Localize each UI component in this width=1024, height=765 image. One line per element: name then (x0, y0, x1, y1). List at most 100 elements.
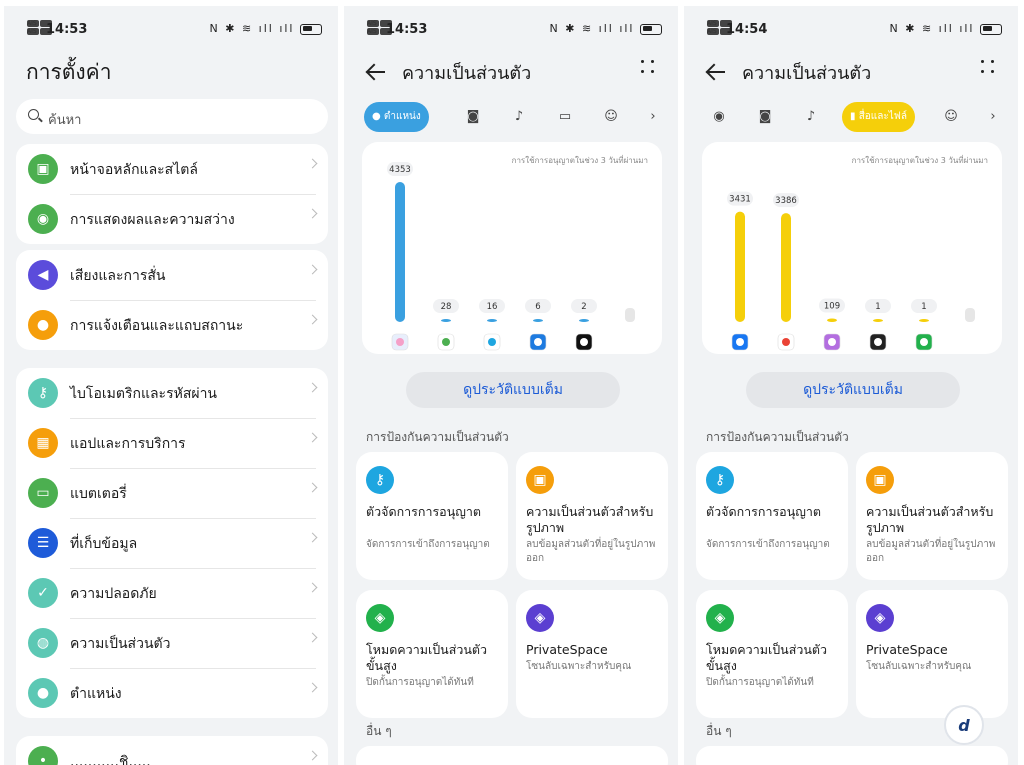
settings-item-label: ...........ชิ..... (70, 754, 151, 765)
settings-item[interactable]: ◍ ความเป็นส่วนตัว (16, 618, 328, 668)
chevron-right-icon (307, 314, 318, 325)
more-options-icon[interactable] (640, 58, 656, 76)
back-arrow-icon[interactable] (706, 62, 726, 82)
chart-bar (735, 211, 745, 322)
settings-group-sound: ◀ เสียงและการสั่น ● การแจ้งเตือนและแถบสถานะ (16, 250, 328, 350)
data-label: 4353 (389, 165, 411, 175)
tile-subtitle: ลบข้อมูลส่วนตัวที่อยู่ในรูปภาพออก (866, 539, 996, 564)
tile-subtitle: ปิดกั้นการอนุญาตได้ทันที (706, 677, 814, 688)
tile-subtitle: จัดการการเข้าถึงการอนุญาต (366, 539, 490, 550)
settings-group-more: • ...........ชิ..... (16, 736, 328, 765)
status-bar: AIS AIS 14:53 N ✱ ≋ ıll ıll (26, 20, 322, 40)
settings-group-display: ▣ หน้าจอหลักและสไตล์ ◉ การแสดงผลและความสว่า… (16, 144, 328, 244)
chevron-right-icon (307, 482, 318, 493)
usage-bar-chart: 3431 3386 109 1 1 (727, 191, 975, 351)
page-title: ความเป็นส่วนตัว (402, 63, 532, 84)
privacy-tile[interactable]: ◈ PrivateSpace โซนลับเฉพาะสำหรับคุณ (856, 590, 1008, 718)
search-icon (28, 109, 39, 120)
shield-lock-icon: ◈ (366, 604, 394, 632)
settings-item[interactable]: ▦ แอปและการบริการ (16, 418, 328, 468)
app-icon-glyph (874, 338, 882, 346)
settings-item[interactable]: ▭ แบตเตอรี่ (16, 468, 328, 518)
protection-section-header: การป้องกันความเป็นส่วนตัว (366, 430, 509, 444)
location-pin-icon[interactable]: ◉ (704, 102, 734, 132)
privacy-tile[interactable]: ◈ โหมดความเป็นส่วนตัวขั้นสูง ปิดกั้นการอนุ… (696, 590, 848, 718)
more-options-icon[interactable] (980, 58, 996, 76)
tile-title: ตัวจัดการการอนุญาต (366, 504, 482, 519)
camera-icon[interactable]: ◙ (458, 102, 488, 132)
privacy-tile[interactable]: ⚷ ตัวจัดการการอนุญาต จัดการการเข้าถึงการอน… (696, 452, 848, 580)
settings-item[interactable]: ⚷ ไบโอเมตริกและรหัสผ่าน (16, 368, 328, 418)
settings-item[interactable]: ✓ ความปลอดภัย (16, 568, 328, 618)
settings-item-label: หน้าจอหลักและสไตล์ (70, 162, 198, 178)
private-space-icon: ◈ (866, 604, 894, 632)
battery-icon (640, 23, 662, 35)
chip-media-files[interactable]: ▮ สื่อและไฟล์ (842, 102, 915, 132)
camera-icon[interactable]: ◙ (750, 102, 780, 132)
chevron-right-icon[interactable]: › (978, 102, 1008, 132)
tile-title: ตัวจัดการการอนุญาต (706, 504, 822, 519)
contacts-icon[interactable]: ☺ (596, 102, 626, 132)
chip-location[interactable]: ● ตำแหน่ง (364, 102, 429, 132)
chevron-right-icon (307, 532, 318, 543)
chart-bar (441, 319, 451, 322)
settings-item-label: แบตเตอรี่ (70, 486, 127, 502)
settings-item[interactable]: • ...........ชิ..... (16, 736, 328, 765)
chevron-right-icon (307, 264, 318, 275)
usage-chart-card: การใช้การอนุญาตในช่วง 3 วันที่ผ่านมา 343… (702, 142, 1002, 354)
page-title: ความเป็นส่วนตัว (742, 63, 872, 84)
data-label: 6 (535, 302, 540, 312)
settings-item[interactable]: ◉ การแสดงผลและความสว่าง (16, 194, 328, 244)
chart-bar (579, 319, 589, 322)
battery-icon (980, 23, 1002, 35)
usage-bar-chart: 4353 28 16 6 2 (387, 162, 635, 351)
photo-icon: ▣ (526, 466, 554, 494)
settings-item[interactable]: ● ตำแหน่ง (16, 668, 328, 718)
chart-bar (781, 213, 791, 322)
privacy-tile[interactable]: ⚷ ตัวจัดการการอนุญาตจัดการการเข้าถึงการอน… (356, 452, 508, 580)
view-full-history-button[interactable]: ดูประวัติแบบเต็ม (406, 372, 620, 408)
eye-icon: ◉ (28, 204, 58, 234)
folder-icon[interactable]: ▭ (550, 102, 580, 132)
microphone-icon[interactable]: ♪ (504, 102, 534, 132)
privacy-tile[interactable]: ▣ ความเป็นส่วนตัวสำหรับรูปภาพ ลบข้อมูลส่วน… (516, 452, 668, 580)
chevron-right-icon[interactable]: › (638, 102, 668, 132)
search-placeholder: ค้นหา (48, 113, 82, 128)
key-icon: ⚷ (366, 466, 394, 494)
data-label: 3431 (729, 195, 751, 205)
tile-title: โหมดความเป็นส่วนตัวขั้นสูง (706, 642, 828, 673)
settings-item-label: เสียงและการสั่น (70, 268, 166, 284)
protection-section-header: การป้องกันความเป็นส่วนตัว (706, 430, 849, 444)
app-icon-glyph (736, 338, 744, 346)
speaker-icon: ◀ (28, 260, 58, 290)
settings-item-label: ไบโอเมตริกและรหัสผ่าน (70, 386, 218, 402)
apps-grid-icon: ▦ (28, 428, 58, 458)
privacy-tile[interactable]: ◈ โหมดความเป็นส่วนตัวขั้นสูง ปิดกั้นการอนุ… (356, 590, 508, 718)
contacts-icon[interactable]: ☺ (936, 102, 966, 132)
settings-item[interactable]: ◀ เสียงและการสั่น (16, 250, 328, 300)
key-icon: ⚷ (28, 378, 58, 408)
settings-item[interactable]: ● การแจ้งเตือนและแถบสถานะ (16, 300, 328, 350)
settings-item-label: ความเป็นส่วนตัว (70, 636, 171, 652)
photo-icon: ▣ (866, 466, 894, 494)
privacy-tile[interactable]: ◈ PrivateSpace โซนลับเฉพาะสำหรับคุณ (516, 590, 668, 718)
chevron-right-icon (307, 582, 318, 593)
privacy-tile[interactable]: ▣ ความเป็นส่วนตัวสำหรับรูปภาพ ลบข้อมูลส่วน… (856, 452, 1008, 580)
data-label: 3386 (775, 196, 797, 206)
view-full-history-button[interactable]: ดูประวัติแบบเต็ม (746, 372, 960, 408)
microphone-icon[interactable]: ♪ (796, 102, 826, 132)
search-input[interactable]: ค้นหา (16, 99, 328, 134)
other-section-header: อื่น ๆ (706, 724, 732, 738)
back-arrow-icon[interactable] (366, 62, 386, 82)
chevron-right-icon (307, 432, 318, 443)
private-space-icon: ◈ (526, 604, 554, 632)
location-pin-icon: ● (28, 678, 58, 708)
battery-icon (300, 23, 322, 35)
settings-item[interactable]: ▣ หน้าจอหลักและสไตล์ (16, 144, 328, 194)
chart-bar (533, 319, 543, 322)
settings-item[interactable]: ☰ ที่เก็บข้อมูล (16, 518, 328, 568)
empty-bar-placeholder (965, 308, 975, 322)
data-label: 28 (441, 302, 452, 312)
status-icons: N ✱ ≋ ıll ıll (210, 22, 322, 35)
more-icon: • (28, 746, 58, 765)
